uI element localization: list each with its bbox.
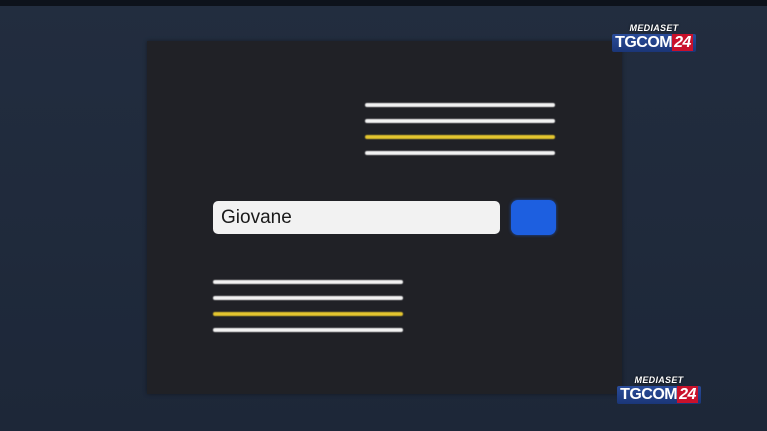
logo-channel-name: TGCOM (615, 34, 673, 51)
text-line (213, 296, 403, 300)
logo-channel-badge: TGCOM 24 (617, 386, 701, 404)
top-border (0, 0, 767, 6)
text-line (365, 151, 555, 155)
logo-brand-text: MEDIASET (629, 23, 679, 33)
search-input-value: Giovane (221, 206, 292, 228)
logo-channel-number: 24 (677, 386, 698, 403)
result-lines-top (365, 103, 555, 155)
highlighted-text-line (365, 135, 555, 139)
text-line (365, 103, 555, 107)
channel-logo-bottom: MEDIASET TGCOM 24 (616, 376, 702, 404)
broadcast-frame: Giovane MEDIASET TGCOM 24 MEDIASET TGCOM 2… (0, 0, 767, 431)
result-lines-bottom (213, 280, 403, 332)
graphic-panel: Giovane (147, 41, 622, 394)
text-line (213, 328, 403, 332)
logo-channel-number: 24 (672, 34, 693, 51)
logo-channel-badge: TGCOM 24 (612, 34, 696, 52)
channel-logo-top: MEDIASET TGCOM 24 (612, 24, 696, 52)
text-line (365, 119, 555, 123)
logo-brand-text: MEDIASET (634, 375, 684, 385)
logo-channel-name: TGCOM (620, 386, 678, 403)
search-input[interactable]: Giovane (213, 201, 500, 234)
highlighted-text-line (213, 312, 403, 316)
text-line (213, 280, 403, 284)
search-button[interactable] (511, 200, 556, 235)
